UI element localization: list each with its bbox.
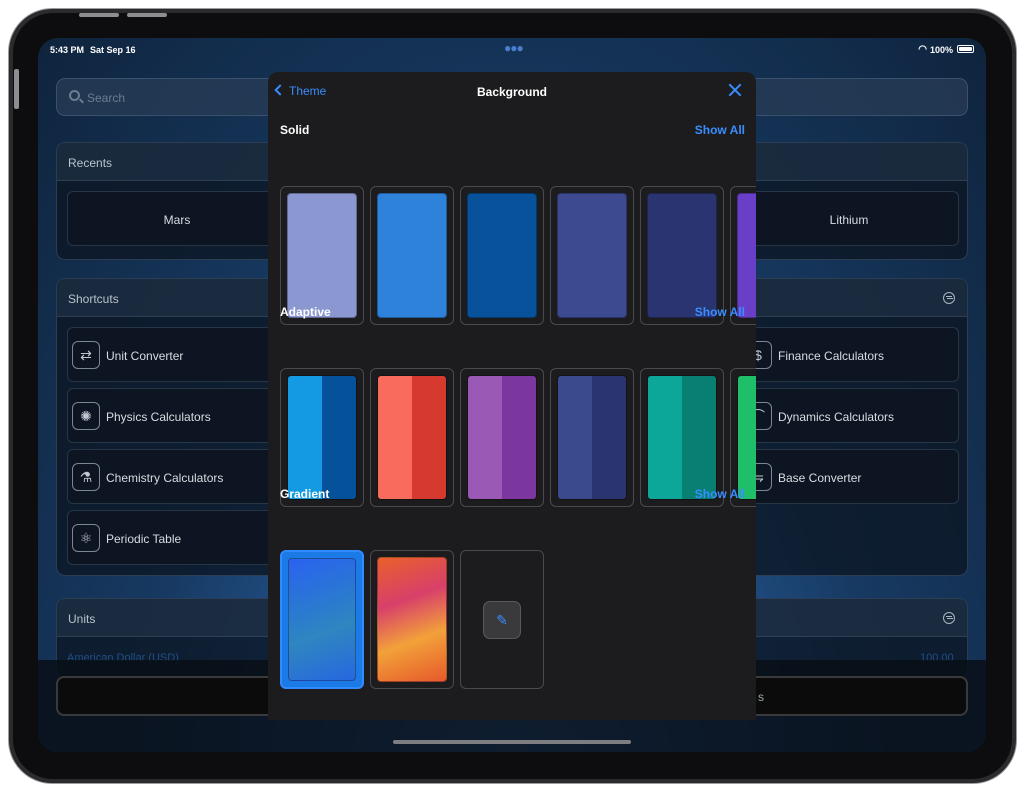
shortcut-periodic-table[interactable]: ⚛ Periodic Table <box>67 510 287 565</box>
swatch-preview <box>647 193 717 318</box>
swatch-light-half <box>378 376 412 499</box>
shortcut-physics[interactable]: ✺ Physics Calculators <box>67 388 287 443</box>
shortcut-label: Finance Calculators <box>778 349 885 363</box>
unit-converter-icon: ⇄ <box>72 341 100 369</box>
swatch-dark-half <box>682 376 716 499</box>
battery-percent: 100% <box>929 45 953 55</box>
swatch-preview <box>467 375 537 500</box>
swatch-preview <box>287 193 357 318</box>
close-icon[interactable] <box>728 83 742 97</box>
recent-item-label: Mars <box>163 213 191 227</box>
custom-gradient-swatch[interactable]: ✎ <box>460 550 544 689</box>
section-title-adaptive: Adaptive <box>280 305 331 319</box>
swatch-light-half <box>558 376 592 499</box>
shortcut-finance[interactable]: $ Finance Calculators <box>739 327 959 382</box>
adaptive-color-swatch[interactable] <box>460 368 544 507</box>
status-bar: 5:43 PM Sat Sep 16 ●●● ◠ 100% <box>38 38 986 62</box>
solid-color-swatch[interactable] <box>370 186 454 325</box>
swatch-preview <box>467 193 537 318</box>
section-title-gradient: Gradient <box>280 487 330 501</box>
swatch-light-half <box>648 376 682 499</box>
shortcut-dynamics[interactable]: ⌒ Dynamics Calculators <box>739 388 959 443</box>
eyedropper-icon: ✎ <box>483 601 521 639</box>
search-icon <box>69 90 80 101</box>
gradient-preview <box>288 558 356 681</box>
shortcut-base-converter[interactable]: ⇋ Base Converter <box>739 449 959 504</box>
section-title-solid: Solid <box>280 123 310 137</box>
shortcut-label: Periodic Table <box>106 532 182 546</box>
swatch-preview <box>377 375 447 500</box>
home-indicator[interactable] <box>393 740 631 744</box>
shortcut-label: Dynamics Calculators <box>778 410 895 424</box>
adaptive-color-swatch[interactable] <box>550 368 634 507</box>
battery-icon <box>957 45 974 53</box>
volume-button <box>79 13 119 17</box>
swatch-preview <box>287 375 357 500</box>
swatch-dark-half <box>412 376 446 499</box>
flask-icon: ⚗ <box>72 463 100 491</box>
swatch-dark-half <box>502 376 536 499</box>
bottom-bar-text: s <box>758 690 764 704</box>
show-all-adaptive[interactable]: Show All <box>695 305 745 319</box>
gradient-swatch-sunset[interactable] <box>370 550 454 689</box>
wifi-icon: ◠ <box>918 44 927 55</box>
solid-color-swatch[interactable] <box>460 186 544 325</box>
modal-nav: Theme Background <box>268 72 756 112</box>
atom-icon: ⚛ <box>72 524 100 552</box>
gradient-swatch-blue[interactable] <box>280 550 364 689</box>
lightbulb-icon: ✺ <box>72 402 100 430</box>
shortcut-unit-converter[interactable]: ⇄ Unit Converter <box>67 327 287 382</box>
swatch-light-half <box>288 376 322 499</box>
swatch-preview <box>377 193 447 318</box>
screen: 5:43 PM Sat Sep 16 ●●● ◠ 100% Search Rec… <box>38 38 986 752</box>
shortcut-label: Physics Calculators <box>106 410 211 424</box>
volume-button <box>127 13 167 17</box>
shortcut-label: Unit Converter <box>106 349 184 363</box>
show-all-gradient[interactable]: Show All <box>695 487 745 501</box>
shortcut-label: Chemistry Calculators <box>106 471 224 485</box>
filter-icon[interactable] <box>943 612 955 624</box>
filter-icon[interactable] <box>943 292 955 304</box>
adaptive-color-swatch[interactable] <box>370 368 454 507</box>
recents-title: Recents <box>68 156 113 170</box>
recent-item[interactable]: Lithium <box>739 191 959 246</box>
background-modal: Theme Background Solid Show All Adaptive… <box>268 72 756 720</box>
swatch-dark-half <box>592 376 626 499</box>
swatch-preview <box>557 375 627 500</box>
swatch-preview <box>557 193 627 318</box>
swatch-dark-half <box>322 376 356 499</box>
units-title: Units <box>68 612 96 626</box>
multitasking-dots-icon[interactable]: ●●● <box>504 41 524 55</box>
swatch-preview <box>647 375 717 500</box>
swatch-light-half <box>468 376 502 499</box>
show-all-solid[interactable]: Show All <box>695 123 745 137</box>
search-placeholder: Search <box>87 91 126 105</box>
recent-item-label: Lithium <box>829 213 869 227</box>
shortcut-chemistry[interactable]: ⚗ Chemistry Calculators <box>67 449 287 504</box>
solid-color-swatch[interactable] <box>550 186 634 325</box>
shortcuts-title: Shortcuts <box>68 292 119 306</box>
modal-title: Background <box>476 85 547 99</box>
recent-item[interactable]: Mars <box>67 191 287 246</box>
shortcut-label: Base Converter <box>778 471 862 485</box>
side-button <box>14 69 19 109</box>
swatch-light-half <box>738 376 756 499</box>
swatch-preview <box>737 193 756 318</box>
gradient-preview <box>377 557 447 682</box>
swatch-preview <box>737 375 756 500</box>
status-date: Sat Sep 16 <box>90 45 136 55</box>
status-time: 5:43 PM <box>50 45 85 55</box>
